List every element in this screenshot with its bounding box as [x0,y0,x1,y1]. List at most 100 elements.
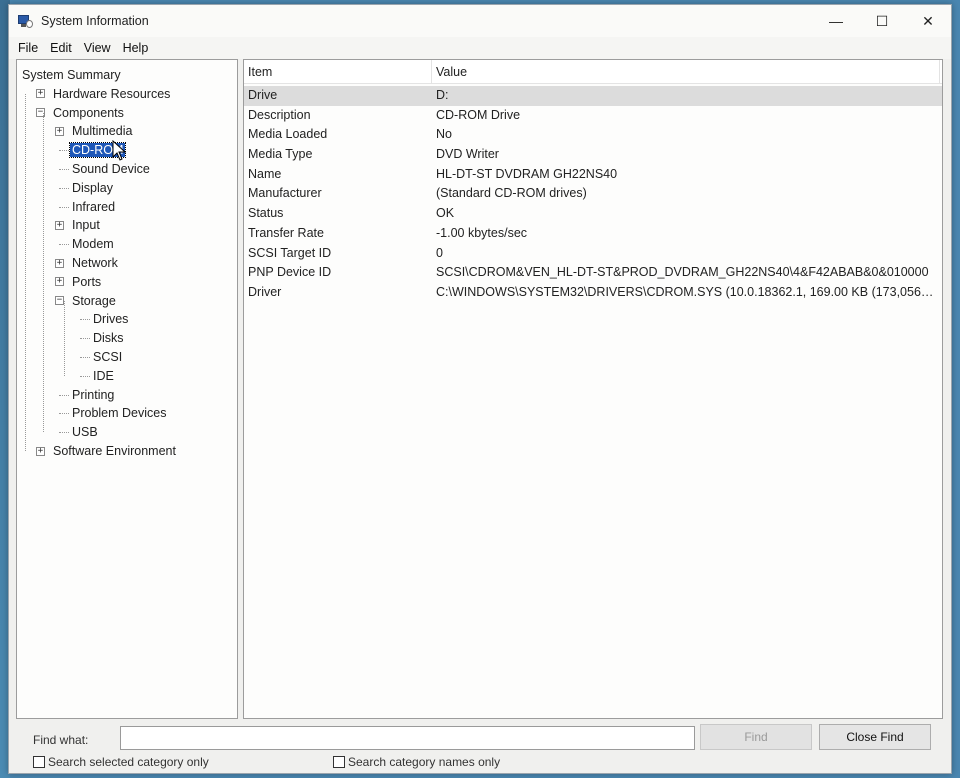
tree-item[interactable]: Software Environment [51,442,178,460]
row-item: Transfer Rate [248,225,324,240]
row-item: Description [248,107,311,122]
collapse-icon[interactable]: − [55,296,64,306]
tree-connector [80,319,90,321]
search-category-names-checkbox-wrap[interactable]: Search category names only [333,755,500,769]
list-header: Item Value [244,60,942,84]
tree-item[interactable]: Problem Devices [70,404,168,422]
row-item: Drive [248,88,278,102]
search-category-names-checkbox[interactable] [333,756,345,768]
tree-item-label: SCSI [93,350,123,364]
tree-item[interactable]: SCSI [91,348,124,366]
tree-item[interactable]: Network [70,254,120,272]
table-row[interactable]: Media Loaded No [244,125,942,145]
row-item: PNP Device ID [248,265,332,280]
tree-item[interactable]: Drives [91,310,130,328]
tree-item[interactable]: Hardware Resources [51,85,172,103]
tree-item-label: Multimedia [72,124,133,139]
table-row[interactable]: Status OK [244,204,942,224]
expand-icon[interactable]: + [55,258,64,268]
tree-connector [59,413,69,415]
table-row[interactable]: PNP Device ID SCSI\CDROM&VEN_HL-DT-ST&PRO… [244,263,942,283]
row-item: Driver [248,284,282,299]
maximize-button[interactable]: ☐ [859,5,905,37]
tree-item-label: Hardware Resources [53,86,171,101]
row-value: HL-DT-ST DVDRAM GH22NS40 [436,166,618,181]
tree-connector [59,244,69,246]
tree-connector [80,357,90,358]
table-row[interactable]: Driver C:\WINDOWS\SYSTEM32\DRIVERS\CDROM.… [244,283,942,303]
window-title: System Information [41,14,149,28]
tree-item-label: Network [72,256,118,270]
title-bar[interactable]: System Information — ☐ ✕ [9,5,951,37]
tree-item-label: Disks [93,331,124,346]
tree-item-label: USB [72,425,98,440]
find-what-input[interactable] [120,726,695,750]
menu-help[interactable]: Help [117,41,155,55]
tree-item[interactable]: Storage [70,292,118,310]
close-button[interactable]: ✕ [905,5,951,37]
search-selected-category-label: Search selected category only [48,755,209,769]
table-row[interactable]: Drive D: [244,86,942,106]
column-header-item[interactable]: Item [244,60,432,84]
find-button[interactable]: Find [700,724,812,750]
table-row[interactable]: Transfer Rate -1.00 kbytes/sec [244,224,942,244]
tree-item[interactable]: Multimedia [70,122,134,140]
tree-item[interactable]: Ports [70,273,103,291]
row-value: (Standard CD-ROM drives) [436,186,587,201]
tree-item-label: System Summary [22,68,121,82]
row-value: DVD Writer [436,147,499,162]
row-value: 0 [436,245,443,260]
expand-icon[interactable]: + [55,277,64,287]
tree-item-label: Modem [72,237,114,252]
table-row[interactable]: Name HL-DT-ST DVDRAM GH22NS40 [244,165,942,185]
tree-connector [43,112,44,433]
row-item: Status [248,206,284,221]
search-selected-category-checkbox[interactable] [33,756,45,768]
tree-connector [59,394,69,396]
row-item: SCSI Target ID [248,245,332,260]
menu-view[interactable]: View [78,41,117,55]
tree-item[interactable]: Sound Device [70,160,152,178]
tree-item[interactable]: Components [51,104,126,122]
tree-item-label: Display [72,180,113,195]
tree-connector [59,169,69,170]
details-list[interactable]: Item Value Drive D: Description CD-ROM Driv… [243,59,943,719]
tree-item[interactable]: Modem [70,235,116,253]
close-find-button[interactable]: Close Find [819,724,931,750]
expand-icon[interactable]: + [36,89,45,99]
tree-item-label: Components [53,105,124,120]
tree-item-label: Problem Devices [72,406,167,421]
tree-item[interactable]: Input [70,216,102,234]
tree-item-label: Printing [72,387,115,402]
menu-file[interactable]: File [12,41,44,55]
table-row[interactable]: Media Type DVD Writer [244,145,942,165]
tree-connector [59,432,69,434]
minimize-button[interactable]: — [813,5,859,37]
table-row[interactable]: Description CD-ROM Drive [244,106,942,126]
column-header-value[interactable]: Value [432,60,940,84]
menu-edit[interactable]: Edit [44,41,78,55]
row-value: OK [436,206,455,221]
expand-icon[interactable]: + [55,220,64,230]
search-selected-category-checkbox-wrap[interactable]: Search selected category only [33,755,209,769]
tree-item[interactable]: IDE [91,367,116,385]
mouse-pointer-icon [112,140,127,161]
tree-item[interactable]: USB [70,423,100,441]
table-row[interactable]: SCSI Target ID 0 [244,244,942,264]
tree-item-label: Infrared [72,199,116,214]
tree-item-label: IDE [93,368,114,383]
tree-connector [80,338,90,340]
tree-item[interactable]: Infrared [70,198,117,216]
tree-item[interactable]: Display [70,179,115,197]
find-bar: Find what: Find Close Find Search select… [9,721,951,773]
tree-item[interactable]: Disks [91,329,126,347]
tree-item[interactable]: Printing [70,386,116,404]
row-value: D: [436,88,449,102]
row-item: Name [248,166,282,181]
row-value: CD-ROM Drive [436,107,521,122]
row-value: No [436,127,452,142]
expand-icon[interactable]: + [55,126,64,136]
tree-item[interactable]: System Summary [20,66,123,84]
table-row[interactable]: Manufacturer (Standard CD-ROM drives) [244,184,942,204]
expand-icon[interactable]: + [36,446,45,456]
